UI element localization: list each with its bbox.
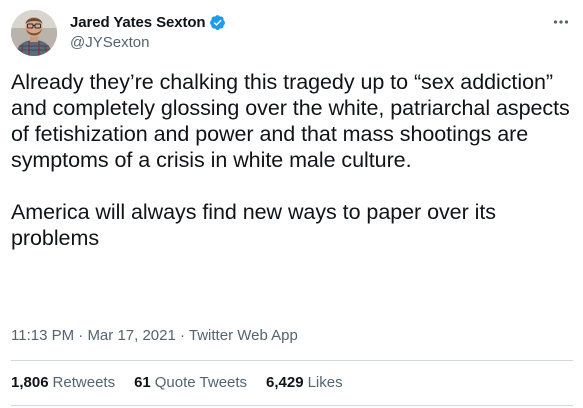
quote-tweets-stat[interactable]: 61 Quote Tweets: [134, 372, 247, 394]
meta-separator: ·: [74, 327, 88, 344]
author-display-name[interactable]: Jared Yates Sexton: [70, 14, 206, 31]
meta-separator: ·: [175, 327, 189, 344]
tweet-metadata: 11:13 PM · Mar 17, 2021 · Twitter Web Ap…: [11, 326, 298, 346]
tweet-text: Already they’re chalking this tragedy up…: [11, 70, 570, 250]
engagement-stats: 1,806 Retweets 61 Quote Tweets 6,429 Lik…: [11, 372, 362, 394]
author-handle[interactable]: @JYSexton: [70, 34, 226, 53]
tweet-card: Jared Yates Sexton @JYSexton Already the…: [0, 0, 583, 408]
divider: [11, 405, 573, 406]
tweet-time: 11:13 PM: [11, 327, 75, 344]
quote-tweets-label: Quote Tweets: [154, 374, 248, 391]
retweets-label: Retweets: [52, 374, 116, 391]
tweet-date: Mar 17, 2021: [87, 327, 176, 344]
tweet-time-link[interactable]: 11:13 PM · Mar 17, 2021: [11, 327, 176, 344]
likes-count: 6,429: [266, 374, 304, 391]
author-identity: Jared Yates Sexton @JYSexton: [70, 13, 226, 53]
tweet-source-link[interactable]: Twitter Web App: [189, 327, 298, 344]
quote-tweets-count: 61: [134, 374, 151, 391]
tweet-header: Jared Yates Sexton @JYSexton: [11, 10, 573, 56]
avatar-image: [11, 10, 57, 56]
retweets-stat[interactable]: 1,806 Retweets: [11, 372, 115, 394]
retweets-count: 1,806: [11, 374, 49, 391]
verified-badge-icon: [209, 14, 226, 31]
likes-stat[interactable]: 6,429 Likes: [266, 372, 343, 394]
divider: [11, 360, 573, 361]
name-row: Jared Yates Sexton: [70, 13, 226, 32]
more-options-icon[interactable]: [552, 13, 570, 31]
likes-label: Likes: [307, 374, 343, 391]
avatar[interactable]: [11, 10, 57, 56]
